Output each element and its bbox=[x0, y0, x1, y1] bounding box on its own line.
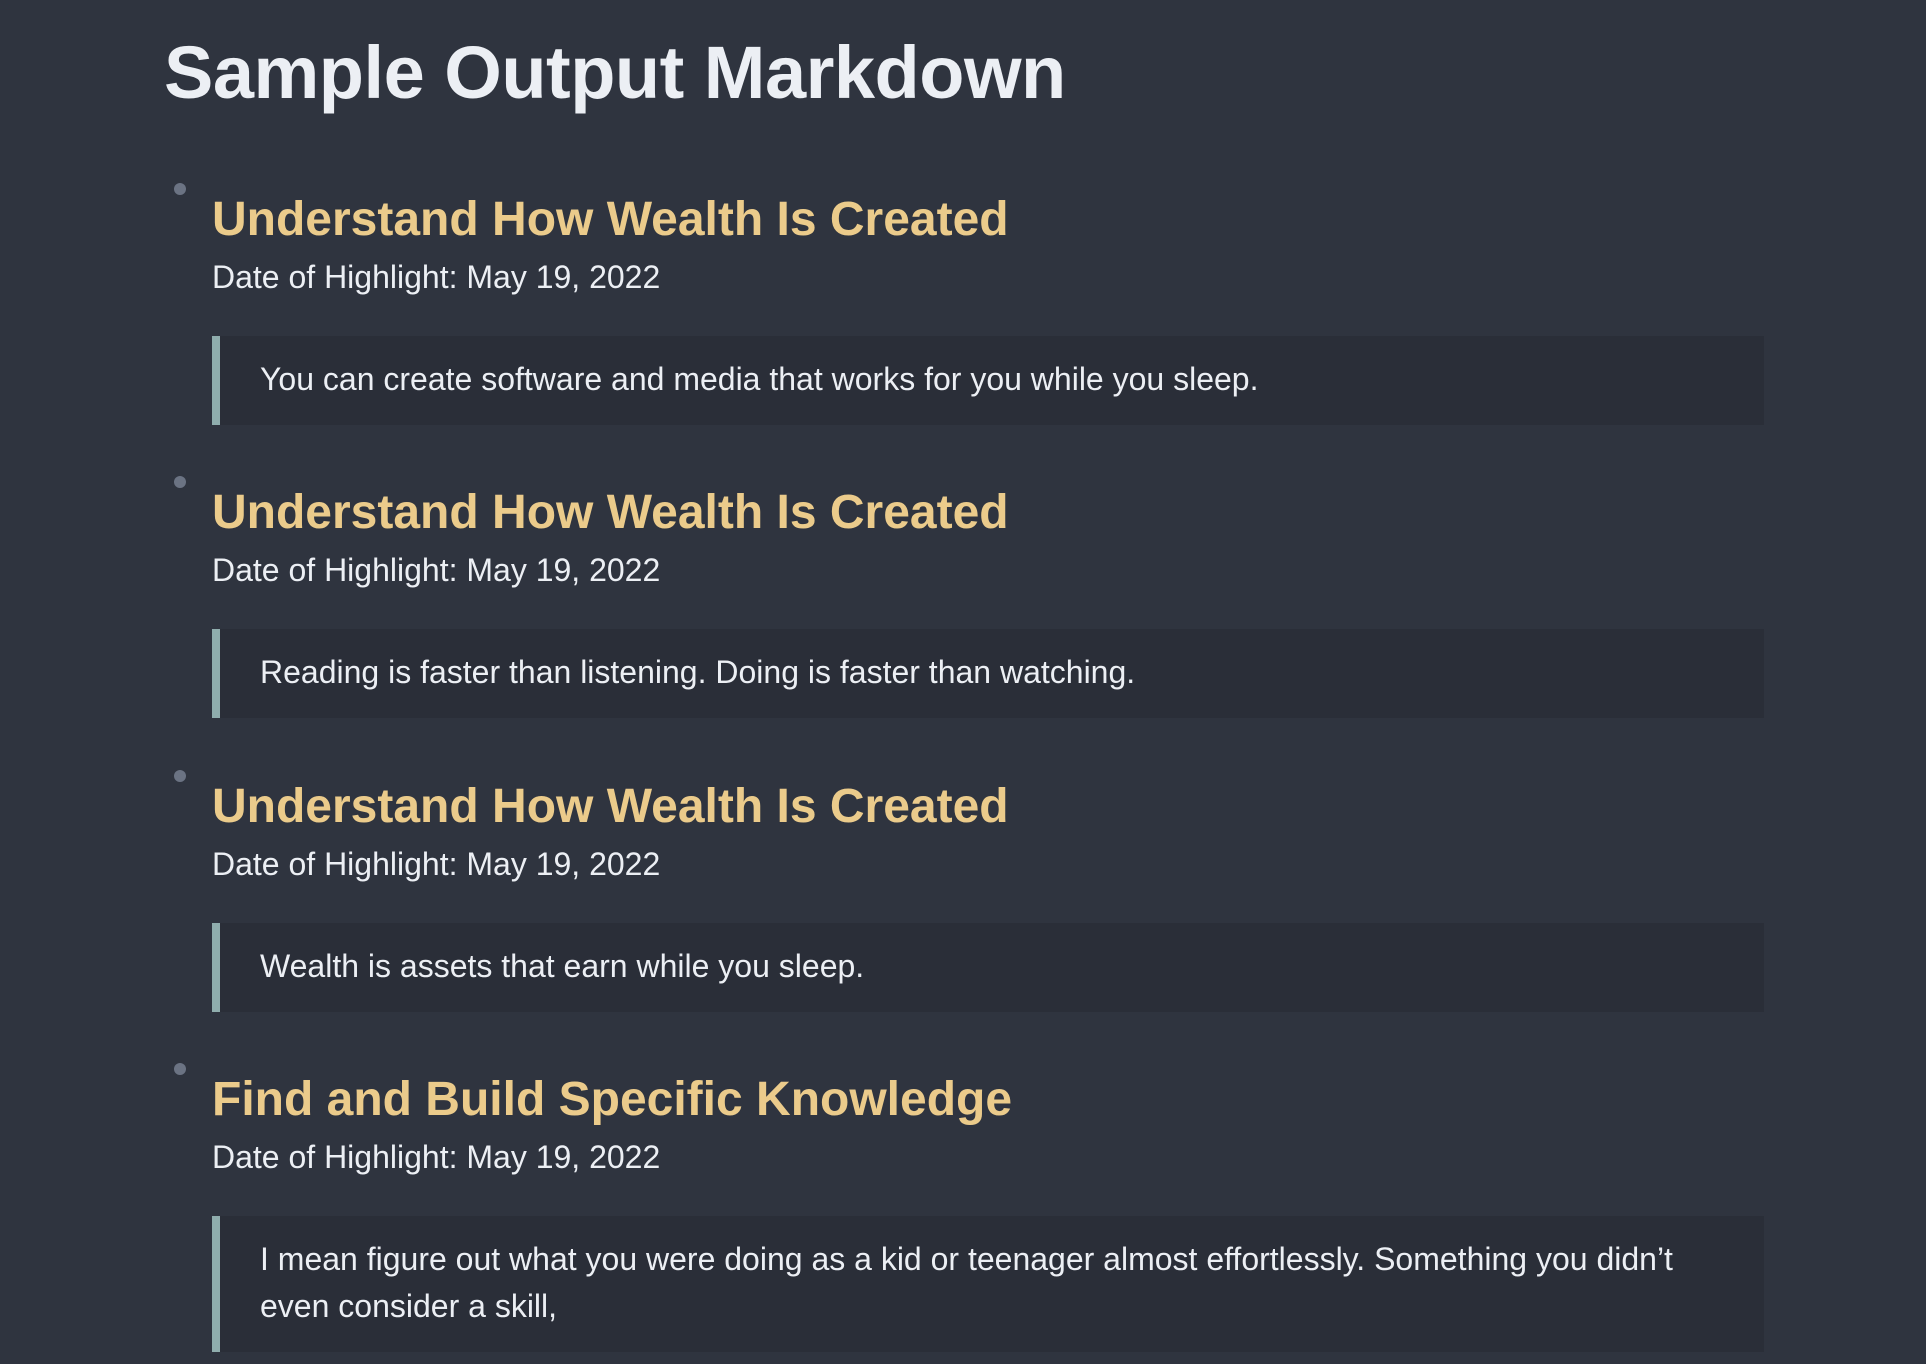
highlight-date: Date of Highlight: May 19, 2022 bbox=[212, 259, 661, 295]
highlight-quote: I mean figure out what you were doing as… bbox=[212, 1216, 1764, 1352]
quote-text: I mean figure out what you were doing as… bbox=[260, 1241, 1673, 1324]
chapter-title: Understand How Wealth Is Created bbox=[212, 780, 1009, 833]
markdown-document: Sample Output Markdown Understand How We… bbox=[164, 0, 1764, 1352]
highlight-date: Date of Highlight: May 19, 2022 bbox=[212, 552, 661, 588]
quote-text: Wealth is assets that earn while you sle… bbox=[260, 948, 865, 984]
quote-text: Reading is faster than listening. Doing … bbox=[260, 654, 1136, 690]
chapter-title: Understand How Wealth Is Created bbox=[212, 486, 1009, 539]
bullet-icon bbox=[174, 770, 186, 782]
quote-text: You can create software and media that w… bbox=[260, 361, 1259, 397]
bullet-icon bbox=[174, 183, 186, 195]
highlight-quote: Reading is faster than listening. Doing … bbox=[212, 629, 1764, 718]
highlight-date: Date of Highlight: May 19, 2022 bbox=[212, 846, 661, 882]
highlight-quote: You can create software and media that w… bbox=[212, 336, 1764, 425]
highlight-quote: Wealth is assets that earn while you sle… bbox=[212, 923, 1764, 1012]
chapter-title: Find and Build Specific Knowledge bbox=[212, 1073, 1013, 1126]
highlight-date: Date of Highlight: May 19, 2022 bbox=[212, 1139, 661, 1175]
bullet-icon bbox=[174, 476, 186, 488]
bullet-icon bbox=[174, 1063, 186, 1075]
page-title: Sample Output Markdown bbox=[164, 31, 1066, 114]
chapter-title: Understand How Wealth Is Created bbox=[212, 193, 1009, 246]
